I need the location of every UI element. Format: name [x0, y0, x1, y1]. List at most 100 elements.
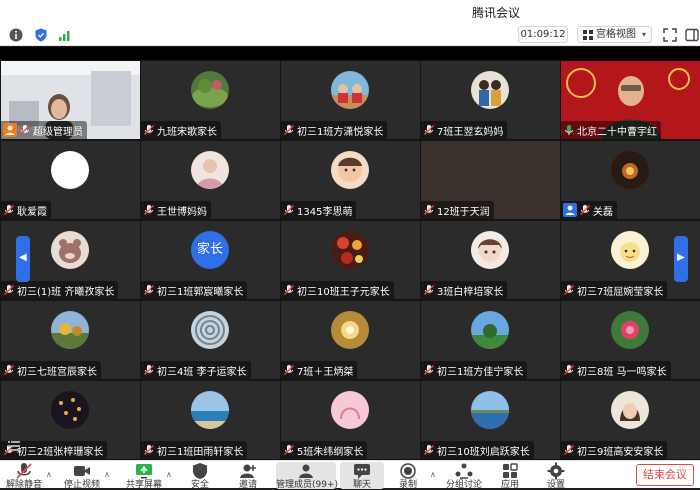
participant-tile[interactable]: 初三4班 李子运家长 [141, 301, 280, 379]
mic-muted-icon [284, 365, 294, 375]
security-button[interactable]: 安全 [178, 462, 222, 490]
mic-active-icon [565, 125, 573, 135]
participant-name-bar: 北京二十中曹宇红 [561, 121, 661, 139]
fullscreen-icon[interactable] [662, 27, 678, 43]
participant-name-bar: 7班＋王炳桀 [281, 361, 358, 379]
participant-name: 1345李思萌 [297, 206, 353, 218]
participant-avatar [191, 311, 229, 349]
participant-name-bar: 王世博妈妈 [141, 201, 211, 219]
mic-muted-icon [564, 285, 574, 295]
settings-label: 设置 [546, 480, 565, 490]
participant-tile[interactable]: 耿爱霞 [1, 141, 140, 219]
info-icon[interactable] [8, 27, 24, 43]
participant-name: 初三2班张梓珊家长 [17, 446, 104, 458]
next-page-button[interactable]: ▶ [674, 236, 688, 282]
host-badge-icon [3, 123, 17, 137]
members-icon [299, 464, 313, 478]
mic-muted-icon [424, 285, 434, 295]
participant-tile[interactable]: 北京二十中曹宇红 [561, 61, 700, 139]
list-menu-icon[interactable] [8, 440, 20, 452]
breakout-rooms-button[interactable]: 分组讨论 [442, 462, 486, 490]
participant-name: 初三10班王子元家长 [297, 286, 390, 298]
view-mode-dropdown[interactable]: 宫格视图 ▾ [577, 26, 652, 43]
mic-muted-icon [284, 285, 294, 295]
participant-tile[interactable]: 7班＋王炳桀 [281, 301, 420, 379]
participant-name: 耿爱霞 [17, 206, 47, 218]
user-badge-icon [563, 203, 577, 217]
settings-button[interactable]: 设置 [534, 462, 578, 490]
participant-avatar [611, 151, 649, 189]
invite-button[interactable]: 邀请 [226, 462, 270, 490]
participant-tile[interactable]: 初三七班宫辰家长 [1, 301, 140, 379]
prev-page-button[interactable]: ◀ [16, 236, 30, 282]
gear-icon [547, 462, 565, 480]
participant-avatar [611, 391, 649, 429]
mic-muted-icon [16, 463, 32, 479]
participant-tile[interactable]: 初三8班 马一鸣家长 [561, 301, 700, 379]
participant-name-bar: 初三1班方佳宁家长 [421, 361, 528, 379]
participant-tile[interactable]: 5班朱纬纲家长 [281, 381, 420, 459]
participant-name-bar: 初三7班屈婉莹家长 [561, 281, 668, 299]
participant-name: 王世博妈妈 [157, 206, 207, 218]
participant-name: 7班王翌玄妈妈 [437, 126, 504, 138]
meeting-timer: 01:09:12 [518, 26, 568, 43]
participant-tile[interactable]: 1345李思萌 [281, 141, 420, 219]
participant-avatar [51, 311, 89, 349]
manage-members-button[interactable]: 管理成员(99+) [276, 462, 338, 490]
participant-tile[interactable]: 初三2班张梓珊家长 [1, 381, 140, 459]
participant-tile[interactable]: 初三1班田雨轩家长 [141, 381, 280, 459]
end-meeting-button[interactable]: 结束会议 [636, 464, 694, 486]
participant-name-bar: 初三4班 李子运家长 [141, 361, 251, 379]
view-mode-label: 宫格视图 [596, 29, 636, 40]
participant-name: 初三7班屈婉莹家长 [577, 286, 664, 298]
participant-name: 关磊 [593, 206, 613, 218]
participant-tile[interactable]: 家长 初三1班郭宸曦家长 [141, 221, 280, 299]
chat-button[interactable]: 聊天 [340, 462, 384, 490]
share-screen-icon [136, 464, 152, 479]
shield-icon[interactable] [33, 27, 49, 43]
participant-name-bar: 超级管理员 [1, 121, 87, 139]
unmute-button[interactable]: 解除静音 [2, 462, 46, 490]
participant-name-bar: 5班朱纬纲家长 [281, 441, 368, 459]
participant-name: 12班于天润 [437, 206, 490, 218]
meeting-control-bar: 解除静音 ∧ 停止视频 ∧ 共享屏幕 ∧ 安全 邀请 管理成员(99+) 聊天 … [0, 460, 700, 490]
participant-tile[interactable]: 初三1班方潇悦家长 [281, 61, 420, 139]
stop-video-button[interactable]: 停止视频 [60, 462, 104, 490]
participant-name-bar: 初三1班田雨轩家长 [141, 441, 248, 459]
participant-tile[interactable]: 初三1班方佳宁家长 [421, 301, 560, 379]
participant-tile[interactable]: 关磊 [561, 141, 700, 219]
participant-name: 初三1班郭宸曦家长 [157, 286, 244, 298]
invite-label: 邀请 [238, 480, 257, 490]
video-area-top-band [0, 47, 700, 60]
signal-icon[interactable] [57, 27, 73, 43]
participant-tile[interactable]: 王世博妈妈 [141, 141, 280, 219]
chevron-up-icon[interactable]: ∧ [430, 470, 436, 479]
mic-muted-icon [144, 445, 154, 455]
record-icon [400, 463, 416, 479]
participant-avatar [51, 151, 89, 189]
chevron-up-icon[interactable]: ∧ [166, 470, 172, 479]
mic-muted-icon [564, 445, 574, 455]
participant-tile[interactable]: 3班白梓培家长 [421, 221, 560, 299]
participant-avatar [471, 231, 509, 269]
participant-tile[interactable]: 初三10班刘启跃家长 [421, 381, 560, 459]
participant-name-bar: 初三七班宫辰家长 [1, 361, 101, 379]
apps-button[interactable]: 应用 [488, 462, 532, 490]
chevron-up-icon[interactable]: ∧ [104, 470, 110, 479]
share-screen-label: 共享屏幕 [125, 480, 162, 490]
side-panel-icon[interactable] [684, 27, 700, 43]
participant-name-bar: 初三8班 马一鸣家长 [561, 361, 671, 379]
participant-tile[interactable]: 7班王翌玄妈妈 [421, 61, 560, 139]
mic-muted-icon [284, 445, 294, 455]
participant-tile[interactable]: 初三9班高安安家长 [561, 381, 700, 459]
participant-avatar [331, 391, 369, 429]
record-button[interactable]: 录制 [386, 462, 430, 490]
participant-tile[interactable]: 九班宋歌家长 [141, 61, 280, 139]
share-screen-button[interactable]: 共享屏幕 [122, 462, 166, 490]
shield-icon [193, 463, 207, 479]
participant-tile[interactable]: 12班于天润 [421, 141, 560, 219]
participant-avatar [331, 71, 369, 109]
participant-tile[interactable]: 初三10班王子元家长 [281, 221, 420, 299]
chevron-up-icon[interactable]: ∧ [46, 470, 52, 479]
participant-tile[interactable]: 超级管理员 [1, 61, 140, 139]
